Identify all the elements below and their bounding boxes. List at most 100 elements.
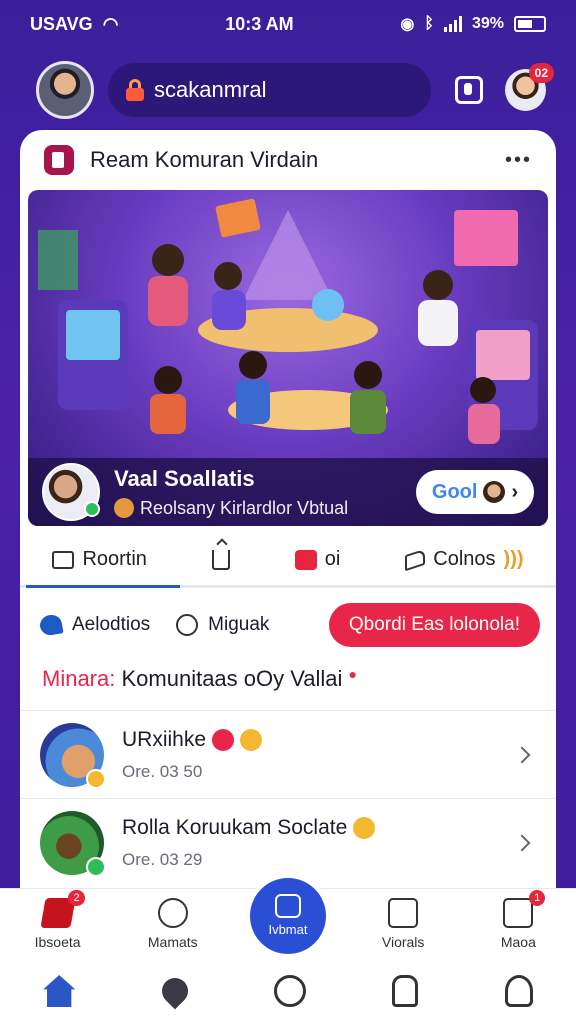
status-bar: USAVG ◠ 10:3 AM ◉ ᛒ 39% [0, 0, 576, 48]
list-item-avatar [40, 810, 106, 877]
hero-subtitle: Reolsany Kirlardlor Vbtual [140, 497, 349, 518]
tab-viorals[interactable]: Viorals [358, 897, 448, 950]
chip-miguak[interactable]: Miguak [176, 614, 269, 636]
forward-icon [405, 548, 426, 571]
tab-badge: 2 [68, 889, 85, 906]
active-tab-indicator [26, 585, 180, 588]
home-icon[interactable] [43, 975, 76, 1007]
list-item-name: Rolla Koruukam Soclate [122, 815, 348, 839]
list-item[interactable]: Rolla Koruukam Soclate Ore. 03 29 [20, 798, 556, 886]
primary-action-button[interactable]: Qbordi Eas lolonola! [328, 603, 540, 647]
emoji-icon [114, 498, 134, 518]
emoji-badge-icon [86, 768, 106, 789]
user-icon[interactable] [504, 975, 533, 1007]
list-item-name-row: Rolla Koruukam Soclate [122, 816, 498, 840]
chat-bubble-icon [157, 897, 188, 928]
chevron-right-icon [513, 746, 531, 763]
map-pin-icon[interactable] [156, 972, 193, 1010]
search-bar[interactable]: scakanmral [108, 63, 432, 117]
battery-percent: 39% [471, 15, 504, 32]
wave-icon: ))) [503, 548, 524, 570]
hero-banner[interactable]: Vaal Soallatis Reolsany Kirlardlor Vbtua… [28, 190, 548, 526]
gift-icon [294, 549, 317, 570]
google-label: Gool [431, 480, 478, 503]
carrier-label: USAVG [30, 13, 93, 34]
action-forward-label: Colnos [433, 548, 496, 570]
tab-ibsoeta[interactable]: 2 Ibsoeta [13, 889, 103, 950]
wifi-icon: ◠ [102, 13, 119, 34]
bottom-nav [0, 958, 576, 1024]
hero-subtitle-row: Reolsany Kirlardlor Vbtual [114, 498, 402, 519]
share-icon [211, 549, 230, 570]
clock: 10:3 AM [225, 13, 294, 34]
card-title: Ream Komuran Virdain [90, 147, 319, 172]
tab-label: Ivbmat [268, 922, 308, 937]
chip-miguak-label: Miguak [208, 614, 270, 635]
battery-icon [514, 16, 546, 32]
list-item-avatar [40, 722, 106, 789]
notification-badge: 02 [528, 63, 555, 83]
message-icon [52, 550, 75, 569]
status-right: ◉ ᛒ 39% [400, 14, 546, 34]
action-report[interactable]: Roortin [52, 548, 147, 571]
primary-action-label: Qbordi Eas lolonola! [348, 614, 520, 635]
emoji-icon [353, 816, 376, 839]
section-accent: Minara: [42, 666, 116, 691]
inbox-icon [388, 897, 419, 928]
chip-aelodtios[interactable]: Aelodtios [38, 613, 151, 637]
action-gift-label: oi [324, 548, 341, 570]
list-item-name: URxiihke [122, 727, 207, 751]
action-gift[interactable]: oi [294, 548, 341, 571]
tab-ivbmat[interactable]: Ivbmat [243, 877, 333, 954]
google-button[interactable]: Gool › [416, 470, 534, 514]
tab-badge: 1 [529, 889, 546, 906]
play-icon [212, 728, 235, 751]
section-title-text: Komunitaas oOy Vallai [121, 666, 343, 691]
list-item-meta: Ore. 03 29 [122, 849, 203, 869]
smile-icon [176, 614, 199, 636]
tab-label: Viorals [381, 933, 425, 950]
alarm-icon: ◉ [400, 16, 415, 33]
hero-overlay: Vaal Soallatis Reolsany Kirlardlor Vbtua… [28, 458, 548, 526]
online-indicator [86, 856, 106, 877]
heart-icon [38, 613, 64, 637]
hero-name: Vaal Soallatis [114, 465, 255, 491]
center-action-button[interactable]: Ivbmat [249, 877, 326, 954]
search-text: scakanmral [154, 77, 267, 102]
clock-icon[interactable] [273, 975, 306, 1007]
bell-icon[interactable] [392, 975, 419, 1007]
chip-aelodtios-label: Aelodtios [72, 614, 151, 635]
online-indicator [84, 501, 100, 517]
more-options-icon[interactable]: ••• [505, 149, 532, 172]
top-row: scakanmral 02 [36, 60, 555, 120]
section-dot: ● [348, 666, 358, 682]
list-item-name-row: URxiihke [122, 728, 498, 752]
section-title: Minara: Komunitaas oOy Vallai ● [42, 666, 357, 692]
status-left: USAVG ◠ [30, 14, 118, 35]
list-item[interactable]: URxiihke Ore. 03 50 [20, 710, 556, 798]
tab-label: Ibsoeta [34, 933, 81, 950]
tab-maoa[interactable]: 1 Maoa [473, 889, 563, 950]
hero-text: Vaal Soallatis Reolsany Kirlardlor Vbtua… [114, 466, 402, 519]
filter-chips: Aelodtios Miguak Qbordi Eas lolonola! [38, 602, 540, 648]
hero-avatar[interactable] [42, 463, 100, 521]
tab-mamats[interactable]: Mamats [128, 897, 218, 950]
action-report-label: Roortin [82, 548, 147, 570]
share-screen-icon[interactable] [455, 76, 483, 104]
list-item-text: Rolla Koruukam Soclate Ore. 03 29 [122, 816, 498, 870]
action-bar: Roortin oi Colnos ))) [20, 534, 556, 588]
bluetooth-icon: ᛒ [424, 15, 434, 32]
group-logo-icon [44, 145, 74, 175]
action-forward[interactable]: Colnos ))) [405, 548, 524, 571]
lock-icon [126, 79, 144, 101]
list-item-meta: Ore. 03 50 [122, 761, 203, 781]
notification-avatar[interactable]: 02 [504, 63, 555, 111]
tab-bar: 2 Ibsoeta Mamats Ivbmat Viorals 1 Maoa [0, 877, 576, 958]
profile-avatar[interactable] [36, 61, 94, 119]
mini-avatar [483, 481, 506, 503]
id-card-icon [503, 897, 534, 928]
tab-label: Maoa [500, 933, 536, 950]
chevron-right-icon: › [511, 480, 519, 503]
action-share[interactable] [211, 549, 230, 570]
community-list: URxiihke Ore. 03 50 Rolla Koruukam Socla… [20, 710, 556, 886]
